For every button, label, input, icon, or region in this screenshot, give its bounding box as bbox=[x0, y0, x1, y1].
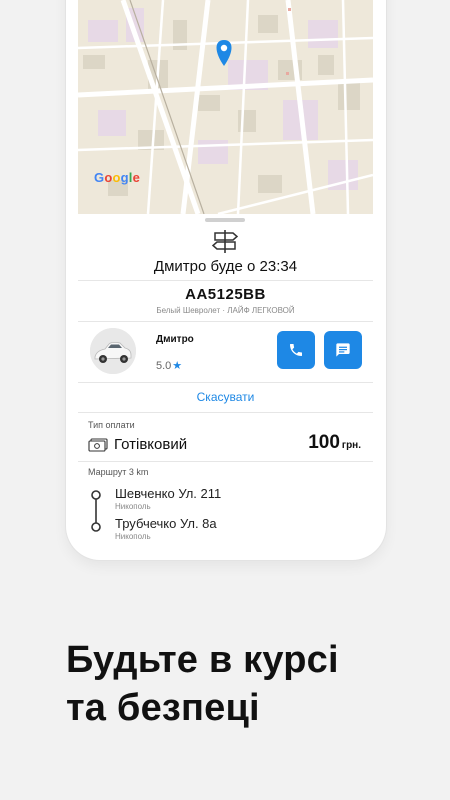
payment-type: Готівковий bbox=[114, 436, 188, 453]
route-label: Маршрут 3 km bbox=[88, 467, 149, 477]
message-icon bbox=[336, 343, 350, 357]
trip-price: 100 грн. bbox=[308, 432, 361, 454]
phone-icon bbox=[290, 344, 302, 356]
headline-line: Будьте в курсі bbox=[66, 639, 339, 681]
divider bbox=[78, 382, 373, 383]
message-button[interactable] bbox=[324, 331, 362, 369]
divider bbox=[78, 280, 373, 281]
price-value: 100 bbox=[308, 432, 340, 453]
google-logo: Google bbox=[94, 170, 141, 185]
route-stop-city: Никополь bbox=[115, 532, 151, 541]
driver-rating: 5.0★ bbox=[156, 359, 182, 372]
sheet-handle[interactable] bbox=[205, 218, 245, 222]
trip-sheet: Дмитро буде о 23:34 АА5125ВВ Белый Шевро… bbox=[78, 214, 373, 548]
route-path-icon bbox=[91, 490, 101, 532]
cancel-button[interactable]: Скасувати bbox=[78, 390, 373, 404]
divider bbox=[78, 461, 373, 462]
route-stop-name: Шевченко Ул. 211 bbox=[115, 486, 222, 501]
payment-type-label: Тип оплати bbox=[88, 420, 135, 430]
route-stop-city: Никополь bbox=[115, 502, 151, 511]
promo-headline: Будьте в курсі та безпеці bbox=[66, 636, 339, 732]
divider bbox=[78, 412, 373, 413]
car-photo bbox=[90, 328, 136, 374]
map-view[interactable]: Google bbox=[78, 0, 373, 214]
call-button[interactable] bbox=[277, 331, 315, 369]
star-icon: ★ bbox=[172, 360, 183, 372]
cash-icon bbox=[88, 438, 108, 452]
eta-text: Дмитро буде о 23:34 bbox=[153, 258, 298, 275]
signpost-icon bbox=[211, 230, 239, 253]
rating-value: 5.0 bbox=[156, 360, 172, 372]
route-stop-name: Трубчечко Ул. 8а bbox=[115, 516, 217, 531]
driver-name: Дмитро bbox=[156, 334, 194, 345]
price-currency: грн. bbox=[341, 440, 361, 451]
app-screen: Google Дмитро буде о 23:34 АА5125ВВ Белы… bbox=[78, 0, 373, 548]
headline-line: та безпеці bbox=[66, 687, 260, 729]
car-description: Белый Шевролет · ЛАЙФ ЛЕГКОВОЙ bbox=[156, 306, 295, 315]
license-plate: АА5125ВВ bbox=[185, 286, 266, 303]
divider bbox=[78, 321, 373, 322]
